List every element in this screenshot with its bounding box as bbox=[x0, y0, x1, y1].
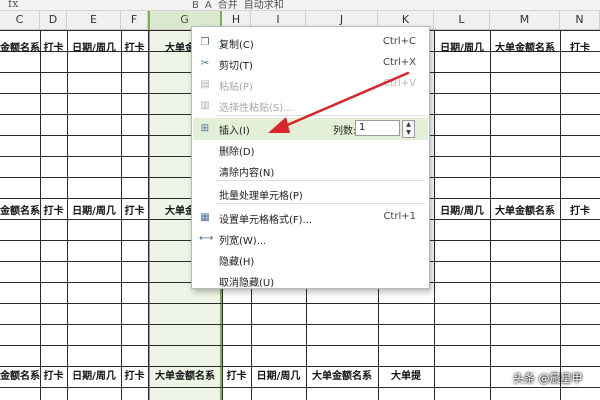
watermark: 头条 @晨星甲 bbox=[513, 372, 583, 385]
arrow-head bbox=[268, 117, 290, 133]
annotation-arrow bbox=[268, 71, 410, 133]
arrow-shaft bbox=[283, 71, 410, 128]
